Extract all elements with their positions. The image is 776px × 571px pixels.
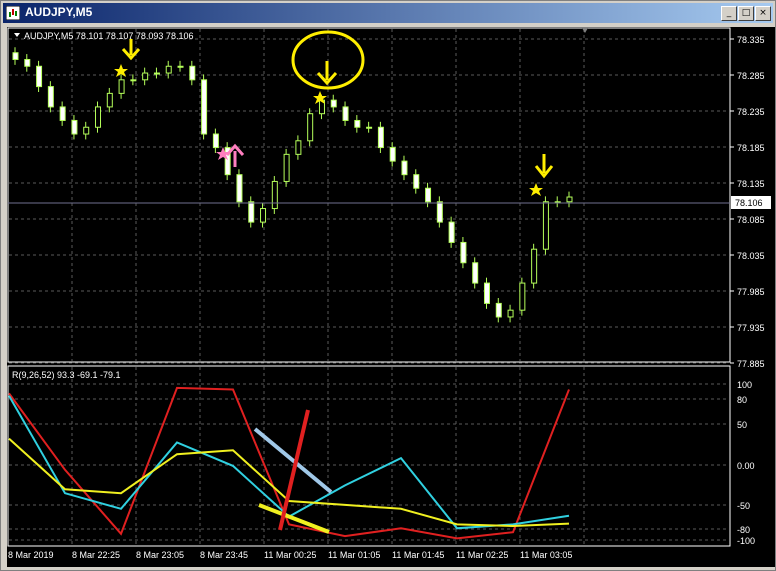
price-tick-label: 77.885 [737, 359, 765, 369]
price-tick-label: 77.935 [737, 323, 765, 333]
candle-body [47, 86, 54, 108]
indicator-header: R(9,26,52) 93.3 -69.1 -79.1 [12, 370, 121, 380]
candle-body [531, 248, 538, 284]
candle-body [542, 201, 549, 250]
price-tick-label: 78.035 [737, 251, 765, 261]
candle-body [83, 126, 90, 135]
candle-body [354, 119, 361, 128]
candle-body [260, 208, 267, 223]
candles [12, 47, 573, 323]
candle-body [366, 126, 373, 129]
indicator-series-r52 [8, 437, 570, 528]
candle-body [24, 58, 31, 67]
arrow-down-icon [316, 61, 338, 86]
candle-body [425, 187, 432, 203]
chart-shift-icon[interactable] [582, 28, 588, 33]
chart-window-icon [6, 6, 20, 20]
current-price-label: 78.106 [735, 198, 763, 208]
indicator-tick-label: 100 [737, 380, 752, 390]
candle-body [448, 221, 455, 243]
time-label: 11 Mar 02:25 [456, 550, 508, 560]
time-label: 8 Mar 2019 [8, 550, 54, 560]
candle-body [201, 79, 208, 135]
candle-body [377, 126, 384, 149]
candle-body [436, 201, 443, 223]
chart-window: AUDJPY,M5 _ □ × 78.106 AUDJPY,M5 78.101 … [0, 0, 776, 571]
candle-body [401, 160, 408, 176]
candle-body [483, 282, 490, 304]
candle-body [389, 147, 396, 162]
indicator-axis: 100 80 50 0.00 -50 -80-100 [737, 380, 755, 546]
candle-body [212, 133, 219, 149]
candle-body [165, 65, 172, 74]
time-label: 8 Mar 23:05 [136, 550, 184, 560]
annotations [114, 30, 554, 196]
price-tick-label: 78.135 [737, 179, 765, 189]
time-axis: 8 Mar 2019 8 Mar 22:25 8 Mar 23:05 8 Mar 23… [8, 550, 572, 560]
time-label: 11 Mar 03:05 [520, 550, 572, 560]
candle-body [413, 174, 420, 189]
close-button[interactable]: × [755, 6, 771, 21]
indicator-tick-label: 0.00 [737, 461, 755, 471]
indicator-tick-label: 50 [737, 420, 747, 430]
candle-body [342, 106, 349, 121]
candle-body [307, 113, 314, 142]
indicator-tick-label: 80 [737, 395, 747, 405]
price-tick-label: 78.285 [737, 71, 765, 81]
time-label: 11 Mar 01:45 [392, 550, 444, 560]
dropdown-icon[interactable] [14, 33, 20, 37]
price-tick-label: 78.185 [737, 143, 765, 153]
candle-body [118, 79, 125, 94]
arrow-down-icon [121, 39, 141, 61]
title-bar[interactable]: AUDJPY,M5 _ □ × [3, 3, 773, 23]
candle-body [295, 140, 302, 155]
candle-body [472, 262, 479, 284]
candle-body [271, 180, 278, 210]
candle-body [519, 282, 526, 311]
candle-body [248, 201, 255, 223]
star-icon [529, 183, 543, 196]
time-label: 11 Mar 00:25 [264, 550, 316, 560]
indicator-tick-label: -100 [737, 536, 755, 546]
candle-body [507, 309, 514, 318]
candle-body [130, 79, 137, 82]
candle-body [236, 174, 243, 203]
maximize-button[interactable]: □ [738, 6, 754, 21]
price-tick-label: 78.335 [737, 35, 765, 45]
candle-body [177, 65, 184, 68]
candle-body [495, 302, 502, 318]
candle-body [71, 119, 78, 135]
price-tick-label: 78.235 [737, 107, 765, 117]
chart-area[interactable]: 78.106 AUDJPY,M5 78.101 78.107 78.093 78… [7, 27, 775, 567]
chart-header: AUDJPY,M5 78.101 78.107 78.093 78.106 [24, 31, 193, 41]
candle-body [59, 106, 66, 121]
price-tick-label: 78.085 [737, 215, 765, 225]
candle-body [330, 99, 337, 108]
time-label: 11 Mar 01:05 [328, 550, 380, 560]
indicator-tick-label: -50 [737, 501, 750, 511]
time-label: 8 Mar 22:25 [72, 550, 120, 560]
candle-body [12, 52, 19, 60]
trend-line-yellow [258, 503, 330, 534]
candle-body [283, 153, 290, 182]
grid [9, 29, 729, 545]
chart-canvas[interactable]: 78.106 AUDJPY,M5 78.101 78.107 78.093 78… [7, 27, 775, 567]
candle-body [95, 106, 102, 128]
candle-body [189, 65, 196, 81]
candle-body [36, 65, 43, 88]
minimize-button[interactable]: _ [721, 6, 737, 21]
indicator-panel-frame [7, 365, 731, 547]
candle-body [566, 196, 573, 203]
indicator-tick-label: -80 [737, 525, 750, 535]
price-tick-label: 77.985 [737, 287, 765, 297]
window-title: AUDJPY,M5 [25, 5, 93, 19]
arrow-down-icon [534, 154, 554, 179]
time-label: 8 Mar 23:45 [200, 550, 248, 560]
price-panel-frame [7, 27, 731, 363]
candle-body [142, 72, 149, 81]
candle-body [106, 92, 113, 108]
indicator-series-r26 [8, 395, 570, 530]
candle-body [153, 72, 160, 75]
candle-body [460, 241, 467, 264]
